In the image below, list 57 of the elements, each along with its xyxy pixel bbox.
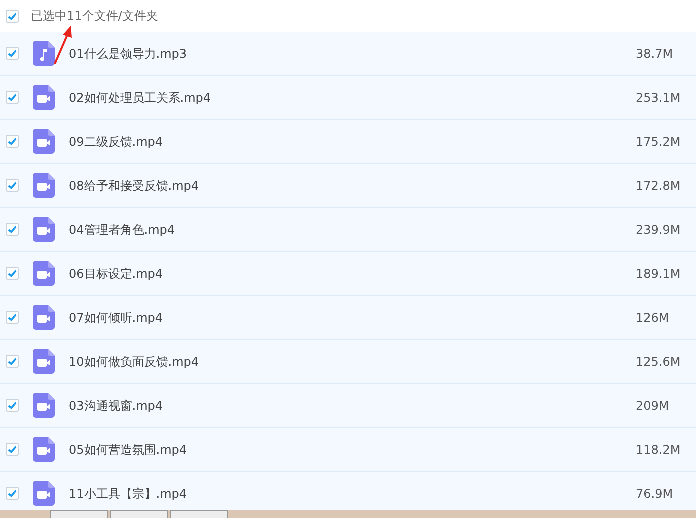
checkbox[interactable] [6, 223, 19, 236]
file-name: 10如何做负面反馈.mp4 [69, 354, 200, 370]
video-file-icon [33, 481, 55, 506]
file-name: 07如何倾听.mp4 [69, 310, 164, 326]
file-row[interactable]: 11小工具【宗】.mp4 76.9M [0, 472, 696, 510]
checkbox[interactable] [6, 135, 19, 148]
music-file-icon [33, 41, 55, 66]
video-file-icon [33, 349, 55, 374]
video-file-icon [33, 173, 55, 198]
checkbox[interactable] [6, 91, 19, 104]
file-name: 02如何处理员工关系.mp4 [69, 90, 212, 106]
video-file-icon [33, 129, 55, 154]
checkbox[interactable] [6, 179, 19, 192]
file-row[interactable]: 03沟通视窗.mp4 209M [0, 384, 696, 428]
checkbox[interactable] [6, 311, 19, 324]
checkbox[interactable] [6, 355, 19, 368]
file-row[interactable]: 05如何营造氛围.mp4 118.2M [0, 428, 696, 472]
file-size: 172.8M [636, 178, 682, 194]
file-row[interactable]: 06目标设定.mp4 189.1M [0, 252, 696, 296]
file-size: 239.9M [636, 222, 682, 238]
video-file-icon [33, 261, 55, 286]
checkbox[interactable] [6, 399, 19, 412]
file-row[interactable]: 10如何做负面反馈.mp4 125.6M [0, 340, 696, 384]
file-name: 04管理者角色.mp4 [69, 222, 176, 238]
file-row[interactable]: 07如何倾听.mp4 126M [0, 296, 696, 340]
file-size: 126M [636, 310, 670, 326]
video-file-icon [33, 85, 55, 110]
video-file-icon [33, 217, 55, 242]
file-name: 08给予和接受反馈.mp4 [69, 178, 200, 194]
video-file-icon [33, 437, 55, 462]
file-size: 175.2M [636, 134, 682, 150]
file-row[interactable]: 09二级反馈.mp4 175.2M [0, 120, 696, 164]
file-row[interactable]: 08给予和接受反馈.mp4 172.8M [0, 164, 696, 208]
video-file-icon [33, 393, 55, 418]
file-size: 118.2M [636, 442, 682, 458]
file-size: 189.1M [636, 266, 682, 282]
file-size: 76.9M [636, 486, 674, 502]
file-size: 125.6M [636, 354, 682, 370]
checkbox[interactable] [6, 10, 19, 22]
checkbox[interactable] [6, 443, 19, 456]
file-name: 11小工具【宗】.mp4 [69, 486, 188, 502]
file-row[interactable]: 04管理者角色.mp4 239.9M [0, 208, 696, 252]
file-size: 38.7M [636, 46, 674, 62]
checkbox[interactable] [6, 47, 19, 60]
video-file-icon [33, 305, 55, 330]
file-name: 09二级反馈.mp4 [69, 134, 164, 150]
file-name: 03沟通视窗.mp4 [69, 398, 164, 414]
file-name: 01什么是领导力.mp3 [69, 46, 188, 62]
file-row[interactable]: 01什么是领导力.mp3 38.7M [0, 32, 696, 76]
file-size: 209M [636, 398, 670, 414]
checkbox[interactable] [6, 487, 19, 500]
file-name: 05如何营造氛围.mp4 [69, 442, 188, 458]
checkbox[interactable] [6, 267, 19, 280]
file-row[interactable]: 02如何处理员工关系.mp4 253.1M [0, 76, 696, 120]
file-name: 06目标设定.mp4 [69, 266, 164, 282]
file-size: 253.1M [636, 90, 682, 106]
selection-count: 已选中11个文件/文件夹 [31, 8, 158, 25]
